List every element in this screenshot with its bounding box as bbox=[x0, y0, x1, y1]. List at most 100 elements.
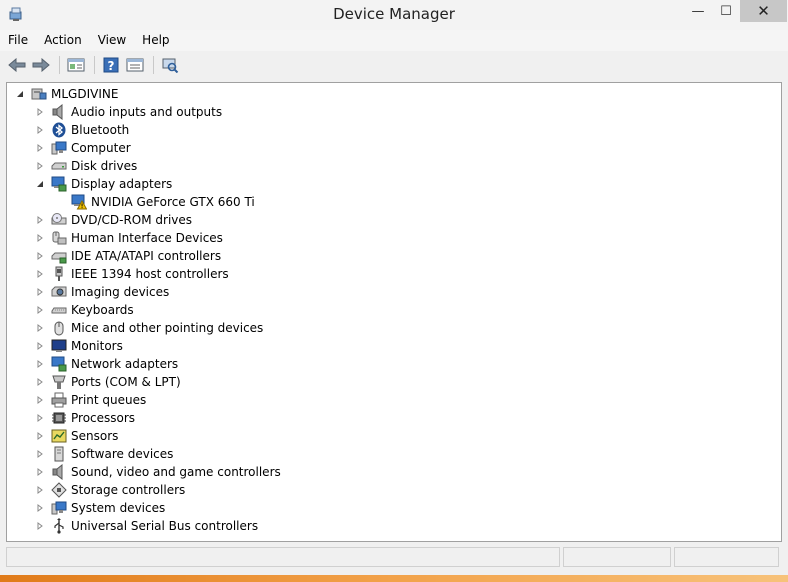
category-label: DVD/CD-ROM drives bbox=[71, 213, 193, 227]
window-controls: — ☐ ✕ bbox=[684, 0, 787, 22]
category-sound-video-game-controllers[interactable]: Sound, video and game controllers bbox=[35, 463, 281, 481]
expand-arrow-icon[interactable] bbox=[35, 521, 45, 531]
system-device-icon bbox=[51, 500, 67, 516]
category-keyboards[interactable]: Keyboards bbox=[35, 301, 134, 319]
status-pane-tertiary bbox=[674, 547, 779, 567]
scan-hardware-icon[interactable] bbox=[159, 54, 181, 76]
category-disk-drives[interactable]: Disk drives bbox=[35, 157, 137, 175]
category-human-interface-devices[interactable]: Human Interface Devices bbox=[35, 229, 223, 247]
tree-root-label: MLGDIVINE bbox=[51, 87, 119, 101]
category-imaging-devices[interactable]: Imaging devices bbox=[35, 283, 169, 301]
close-button[interactable]: ✕ bbox=[740, 0, 787, 22]
category-ide-ata-atapi-controllers[interactable]: IDE ATA/ATAPI controllers bbox=[35, 247, 221, 265]
mouse-icon bbox=[51, 320, 67, 336]
firewire-icon bbox=[51, 266, 67, 282]
expand-arrow-icon[interactable] bbox=[35, 215, 45, 225]
category-storage-controllers[interactable]: Storage controllers bbox=[35, 481, 185, 499]
expand-arrow-icon[interactable] bbox=[35, 287, 45, 297]
menu-action[interactable]: Action bbox=[36, 30, 90, 51]
computer-icon bbox=[31, 86, 47, 102]
expand-arrow-icon[interactable] bbox=[35, 359, 45, 369]
toolbar-separator bbox=[59, 56, 60, 74]
expand-arrow-icon[interactable] bbox=[35, 143, 45, 153]
expand-arrow-icon[interactable] bbox=[35, 125, 45, 135]
category-label: IEEE 1394 host controllers bbox=[71, 267, 229, 281]
menu-help[interactable]: Help bbox=[134, 30, 177, 51]
category-label: Print queues bbox=[71, 393, 147, 407]
display-adapter-warning-icon bbox=[71, 194, 87, 210]
collapse-arrow-icon[interactable] bbox=[35, 179, 45, 189]
dvd-drive-icon bbox=[51, 212, 67, 228]
category-label: Display adapters bbox=[71, 177, 173, 191]
category-label: Processors bbox=[71, 411, 136, 425]
expand-arrow-icon[interactable] bbox=[35, 431, 45, 441]
expand-arrow-icon[interactable] bbox=[35, 107, 45, 117]
status-pane-secondary bbox=[563, 547, 671, 567]
expand-arrow-icon[interactable] bbox=[35, 377, 45, 387]
expand-arrow-icon[interactable] bbox=[35, 323, 45, 333]
category-monitors[interactable]: Monitors bbox=[35, 337, 123, 355]
device-nvidia-geforce-gtx-660-ti[interactable]: NVIDIA GeForce GTX 660 Ti bbox=[71, 193, 255, 211]
category-label: Computer bbox=[71, 141, 131, 155]
expand-arrow-icon[interactable] bbox=[35, 485, 45, 495]
expand-arrow-icon[interactable] bbox=[35, 161, 45, 171]
category-bluetooth[interactable]: Bluetooth bbox=[35, 121, 129, 139]
software-device-icon bbox=[51, 446, 67, 462]
collapse-arrow-icon[interactable] bbox=[15, 89, 25, 99]
expand-arrow-icon[interactable] bbox=[35, 413, 45, 423]
disk-drive-icon bbox=[51, 158, 67, 174]
toolbar: ? bbox=[0, 52, 788, 78]
port-icon bbox=[51, 374, 67, 390]
show-hide-pane-icon[interactable] bbox=[124, 54, 146, 76]
expand-arrow-icon[interactable] bbox=[35, 503, 45, 513]
category-label: Storage controllers bbox=[71, 483, 186, 497]
sensor-icon bbox=[51, 428, 67, 444]
category-audio-inputs-outputs[interactable]: Audio inputs and outputs bbox=[35, 103, 222, 121]
category-label: Bluetooth bbox=[71, 123, 130, 137]
category-ieee-1394-host-controllers[interactable]: IEEE 1394 host controllers bbox=[35, 265, 229, 283]
category-display-adapters[interactable]: Display adapters bbox=[35, 175, 172, 193]
category-sensors[interactable]: Sensors bbox=[35, 427, 118, 445]
help-icon[interactable]: ? bbox=[100, 54, 122, 76]
category-dvd-cd-rom-drives[interactable]: DVD/CD-ROM drives bbox=[35, 211, 192, 229]
expand-arrow-icon[interactable] bbox=[35, 305, 45, 315]
category-label: Mice and other pointing devices bbox=[71, 321, 264, 335]
category-system-devices[interactable]: System devices bbox=[35, 499, 165, 517]
maximize-button[interactable]: ☐ bbox=[712, 0, 740, 22]
category-computer[interactable]: Computer bbox=[35, 139, 131, 157]
properties-icon[interactable] bbox=[65, 54, 87, 76]
back-icon[interactable] bbox=[6, 54, 28, 76]
expand-arrow-icon[interactable] bbox=[35, 341, 45, 351]
category-label: Monitors bbox=[71, 339, 123, 353]
expand-arrow-icon[interactable] bbox=[35, 467, 45, 477]
category-mice-pointing-devices[interactable]: Mice and other pointing devices bbox=[35, 319, 263, 337]
category-label: System devices bbox=[71, 501, 166, 515]
category-print-queues[interactable]: Print queues bbox=[35, 391, 146, 409]
status-bar bbox=[6, 547, 782, 569]
expand-arrow-icon[interactable] bbox=[35, 233, 45, 243]
speaker-icon bbox=[51, 464, 67, 480]
processor-icon bbox=[51, 410, 67, 426]
menu-view[interactable]: View bbox=[90, 30, 134, 51]
menu-file[interactable]: File bbox=[0, 30, 36, 51]
svg-text:?: ? bbox=[108, 59, 115, 73]
category-label: Software devices bbox=[71, 447, 174, 461]
speaker-icon bbox=[51, 104, 67, 120]
minimize-button[interactable]: — bbox=[684, 0, 712, 22]
category-universal-serial-bus-controllers[interactable]: Universal Serial Bus controllers bbox=[35, 517, 258, 535]
forward-icon[interactable] bbox=[30, 54, 52, 76]
expand-arrow-icon[interactable] bbox=[35, 449, 45, 459]
category-network-adapters[interactable]: Network adapters bbox=[35, 355, 178, 373]
category-software-devices[interactable]: Software devices bbox=[35, 445, 173, 463]
category-processors[interactable]: Processors bbox=[35, 409, 135, 427]
tree-root[interactable]: MLGDIVINE bbox=[15, 85, 118, 103]
device-tree[interactable]: MLGDIVINE Audio inputs and outputs Bluet… bbox=[6, 82, 782, 542]
expand-arrow-icon[interactable] bbox=[35, 395, 45, 405]
category-label: Universal Serial Bus controllers bbox=[71, 519, 259, 533]
expand-arrow-icon[interactable] bbox=[35, 269, 45, 279]
title-bar: Device Manager — ☐ ✕ bbox=[0, 0, 788, 31]
category-ports-com-lpt[interactable]: Ports (COM & LPT) bbox=[35, 373, 181, 391]
expand-arrow-icon[interactable] bbox=[35, 251, 45, 261]
keyboard-icon bbox=[51, 302, 67, 318]
category-label: Human Interface Devices bbox=[71, 231, 223, 245]
